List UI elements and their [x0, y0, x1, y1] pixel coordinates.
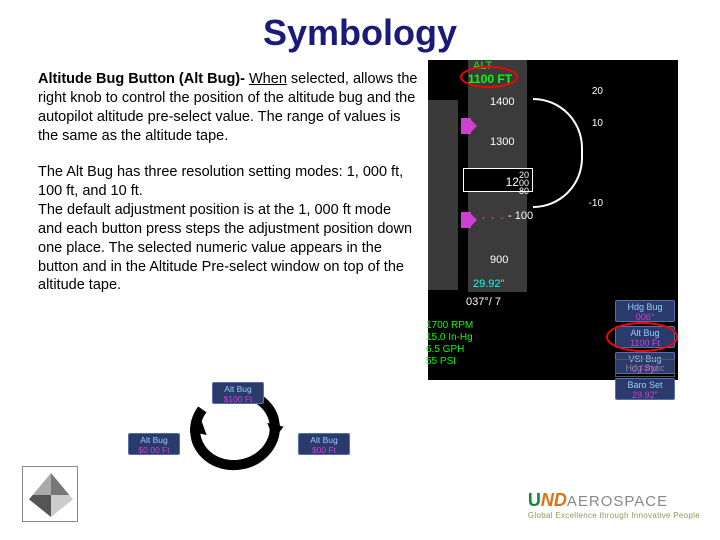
minimums-dashes: - - - - [472, 210, 505, 224]
resolution-cycle-diagram: Alt Bug$100 Ft Alt Bug$0 00 Ft Alt Bug$0… [120, 388, 360, 478]
engine-psi: 55 PSI [426, 356, 473, 368]
hdg-bug-button[interactable]: Hdg Bug006° [615, 300, 675, 322]
alt-bug-heading: Altitude Bug Button (Alt Bug)- [38, 71, 249, 87]
alt-tick: 1400 [490, 96, 514, 108]
alt-readout-tens: 200080 [519, 171, 529, 195]
vsi-tick: -10 [589, 198, 603, 209]
cycle-btn-100ft: Alt Bug$100 Ft [212, 382, 264, 404]
footer-logo-left-icon [22, 466, 78, 522]
cycle-btn-1000ft: Alt Bug$0 00 Ft [128, 433, 180, 455]
cycle-btn-10ft: Alt Bug$00 Ft [298, 433, 350, 455]
heading-readout: 037°/ 7 [466, 296, 501, 308]
alt-tick: 900 [490, 254, 508, 266]
altitude-bug-icon [461, 212, 471, 228]
vsi-area: 20 10 -10 [533, 78, 603, 238]
pfd-panel: ALT 1100 FT 1400 1300 12200080 - - - - -… [428, 60, 678, 380]
altitude-readout: 12200080 [463, 168, 533, 192]
baro-set-button[interactable]: Baro Set29.92" [615, 378, 675, 400]
when-underline: When [249, 71, 287, 87]
page-title: Symbology [0, 0, 720, 60]
vsi-tick: 10 [592, 118, 603, 129]
annotation-circle-icon [606, 322, 678, 352]
alt-tick: - 100 [508, 210, 533, 222]
und-aerospace-logo: UNDAEROSPACE [528, 490, 700, 511]
annotation-circle-icon [460, 66, 518, 88]
body-text: Altitude Bug Button (Alt Bug)- When sele… [38, 60, 418, 380]
alt-tick: 1300 [490, 136, 514, 148]
engine-rpm: 1700 RPM [426, 320, 473, 332]
paragraph-2: The Alt Bug has three resolution setting… [38, 163, 418, 295]
vsi-arc-icon [533, 98, 583, 208]
hdg-sync-button[interactable]: Hdg Sync [615, 359, 675, 377]
content-row: Altitude Bug Button (Alt Bug)- When sele… [0, 60, 720, 380]
vsi-tick: 20 [592, 86, 603, 97]
footer-logo-right: UNDAEROSPACE Global Excellence through I… [528, 490, 700, 520]
figure-area: ALT 1100 FT 1400 1300 12200080 - - - - -… [428, 60, 690, 380]
altitude-bug-icon [461, 118, 471, 134]
footer-tagline: Global Excellence through Innovative Peo… [528, 511, 700, 520]
alt-readout-main: 12 [506, 175, 519, 189]
paragraph-1: Altitude Bug Button (Alt Bug)- When sele… [38, 70, 418, 145]
engine-gph: 6.5 GPH [426, 344, 473, 356]
engine-mp: 15.0 In-Hg [426, 332, 473, 344]
baro-readout: 29.92" [473, 278, 504, 290]
engine-data: 1700 RPM 15.0 In-Hg 6.5 GPH 55 PSI [426, 320, 473, 368]
